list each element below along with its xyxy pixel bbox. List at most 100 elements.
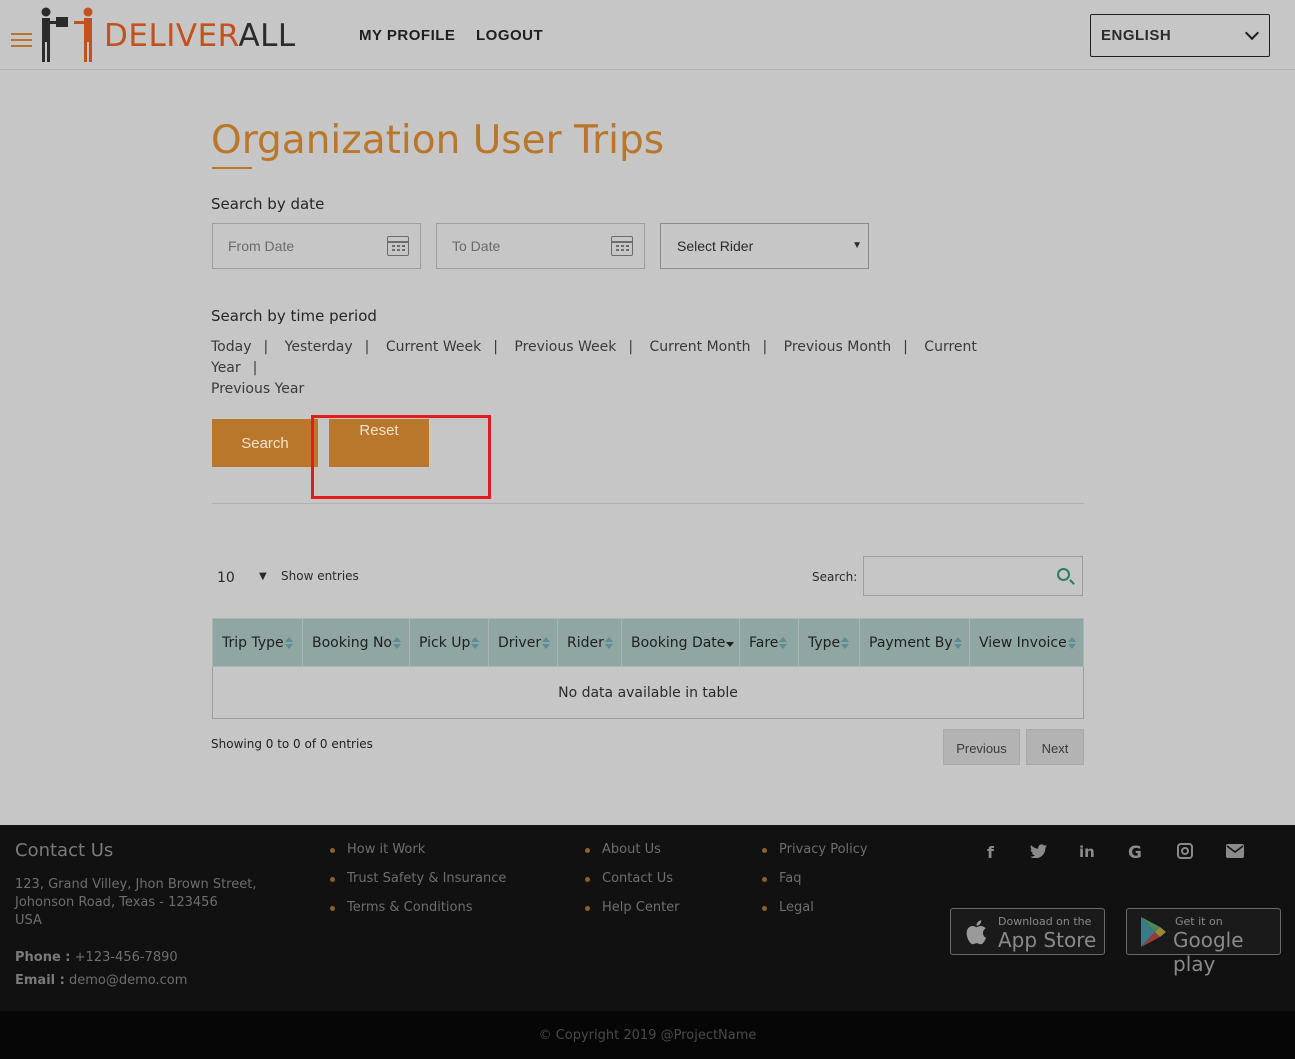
- separator: |: [364, 339, 370, 355]
- column-label: Pick Up: [419, 634, 471, 651]
- period-previous-year[interactable]: Previous Year: [211, 381, 304, 397]
- period-current-week[interactable]: Current Week: [386, 339, 481, 355]
- search-by-date-label: Search by date: [211, 195, 325, 213]
- footer-link-contact-us[interactable]: Contact Us: [585, 871, 673, 886]
- trips-table: Trip Type Booking No Pick Up Driver Ride…: [212, 618, 1084, 719]
- calendar-icon[interactable]: [611, 236, 633, 256]
- footer-contact-heading: Contact Us: [15, 840, 114, 861]
- google-play-badge[interactable]: Get it on Google play: [1126, 908, 1281, 976]
- highlight-box: [311, 415, 491, 499]
- period-today[interactable]: Today: [211, 339, 252, 355]
- column-booking-date[interactable]: Booking Date: [621, 618, 740, 667]
- search-icon[interactable]: [1057, 568, 1070, 581]
- column-rider[interactable]: Rider: [557, 618, 622, 667]
- from-date-placeholder: From Date: [228, 238, 295, 254]
- app-store-small-text: Download on the: [998, 915, 1092, 928]
- calendar-icon[interactable]: [387, 236, 409, 256]
- instagram-icon[interactable]: [1177, 843, 1193, 863]
- sort-icon: [542, 636, 551, 649]
- previous-page-button[interactable]: Previous: [943, 729, 1020, 765]
- to-date-input[interactable]: To Date: [436, 223, 645, 269]
- column-label: Driver: [498, 634, 542, 651]
- column-label: Payment By: [869, 634, 953, 651]
- column-booking-no[interactable]: Booking No: [302, 618, 410, 667]
- sort-icon: [604, 636, 613, 649]
- footer-link-faq[interactable]: Faq: [762, 871, 802, 886]
- footer-link-legal[interactable]: Legal: [762, 900, 814, 915]
- nav-logout[interactable]: LOGOUT: [476, 27, 543, 44]
- twitter-icon[interactable]: [1030, 843, 1047, 862]
- language-select[interactable]: ENGLISH: [1090, 14, 1270, 57]
- brand-name-part1: DELIVER: [104, 18, 239, 54]
- app-store-badge[interactable]: Download on the App Store: [950, 908, 1105, 955]
- footer-link-privacy-policy[interactable]: Privacy Policy: [762, 842, 868, 857]
- period-current-month[interactable]: Current Month: [650, 339, 751, 355]
- google-play-small-text: Get it on: [1175, 915, 1223, 928]
- sort-icon: [471, 636, 480, 649]
- footer-link-trust-safety[interactable]: Trust Safety & Insurance: [329, 871, 506, 886]
- table-search-input[interactable]: [863, 556, 1083, 596]
- from-date-input[interactable]: From Date: [212, 223, 421, 269]
- period-previous-month[interactable]: Previous Month: [784, 339, 892, 355]
- entries-select[interactable]: 10: [217, 570, 235, 586]
- footer-address: 123, Grand Villey, Jhon Brown Street, Jo…: [15, 876, 256, 930]
- table-header-row: Trip Type Booking No Pick Up Driver Ride…: [212, 618, 1084, 667]
- brand-name: DELIVERALL: [104, 18, 296, 54]
- period-yesterday[interactable]: Yesterday: [285, 339, 353, 355]
- facebook-icon[interactable]: f: [987, 843, 994, 862]
- sort-icon: [1067, 636, 1076, 649]
- column-label: Fare: [749, 634, 779, 651]
- email-value[interactable]: demo@demo.com: [69, 973, 187, 988]
- column-payment-by[interactable]: Payment By: [859, 618, 970, 667]
- time-period-links: Today | Yesterday | Current Week | Previous…: [211, 337, 1011, 400]
- separator: |: [493, 339, 498, 355]
- table-search-label: Search:: [812, 570, 858, 584]
- brand-logo[interactable]: DELIVERALL: [38, 6, 295, 64]
- linkedin-icon[interactable]: in: [1079, 843, 1095, 861]
- divider: [212, 503, 1084, 504]
- footer-link-about-us[interactable]: About Us: [585, 842, 661, 857]
- column-view-invoice[interactable]: View Invoice: [969, 618, 1084, 667]
- column-label: Type: [808, 634, 841, 651]
- sort-desc-icon: [726, 637, 735, 649]
- google-icon[interactable]: G: [1128, 843, 1142, 863]
- address-line: Johonson Road, Texas - 123456: [15, 895, 218, 910]
- sort-icon: [841, 636, 850, 649]
- caret-down-icon: ▼: [259, 571, 267, 582]
- sort-icon: [284, 636, 293, 649]
- separator: |: [628, 339, 634, 355]
- brand-name-part2: ALL: [238, 18, 296, 54]
- copyright: © Copyright 2019 @ProjectName: [0, 1011, 1295, 1059]
- footer-link-help-center[interactable]: Help Center: [585, 900, 680, 915]
- google-play-icon: [1141, 917, 1166, 947]
- column-driver[interactable]: Driver: [488, 618, 558, 667]
- select-rider-dropdown[interactable]: Select Rider ▼: [660, 223, 869, 269]
- search-button[interactable]: Search: [212, 419, 318, 467]
- phone-label: Phone :: [15, 950, 71, 965]
- separator: |: [903, 339, 908, 355]
- caret-down-icon: ▼: [852, 240, 862, 251]
- footer-link-terms[interactable]: Terms & Conditions: [330, 900, 473, 915]
- column-pick-up[interactable]: Pick Up: [409, 618, 489, 667]
- show-entries-label: Show entries: [281, 569, 359, 583]
- column-trip-type[interactable]: Trip Type: [212, 618, 303, 667]
- email-label: Email :: [15, 973, 65, 988]
- hamburger-menu-icon[interactable]: [11, 33, 32, 51]
- empty-table-message: No data available in table: [212, 666, 1084, 719]
- column-type[interactable]: Type: [798, 618, 860, 667]
- column-fare[interactable]: Fare: [739, 618, 799, 667]
- table-info: Showing 0 to 0 of 0 entries: [211, 737, 373, 751]
- chevron-down-icon: [1244, 25, 1260, 41]
- column-label: Trip Type: [222, 634, 284, 651]
- select-rider-value: Select Rider: [677, 238, 754, 254]
- footer-link-how-it-work[interactable]: How it Work: [329, 842, 425, 857]
- sort-icon: [392, 636, 401, 649]
- delivery-person-icon: [41, 7, 93, 62]
- next-page-button[interactable]: Next: [1026, 729, 1084, 765]
- footer-email: Email : demo@demo.com: [15, 973, 187, 988]
- title-underline: [212, 167, 252, 169]
- email-icon[interactable]: [1226, 843, 1244, 862]
- address-line: 123, Grand Villey, Jhon Brown Street,: [15, 877, 257, 892]
- nav-my-profile[interactable]: MY PROFILE: [359, 27, 455, 44]
- period-previous-week[interactable]: Previous Week: [514, 339, 616, 355]
